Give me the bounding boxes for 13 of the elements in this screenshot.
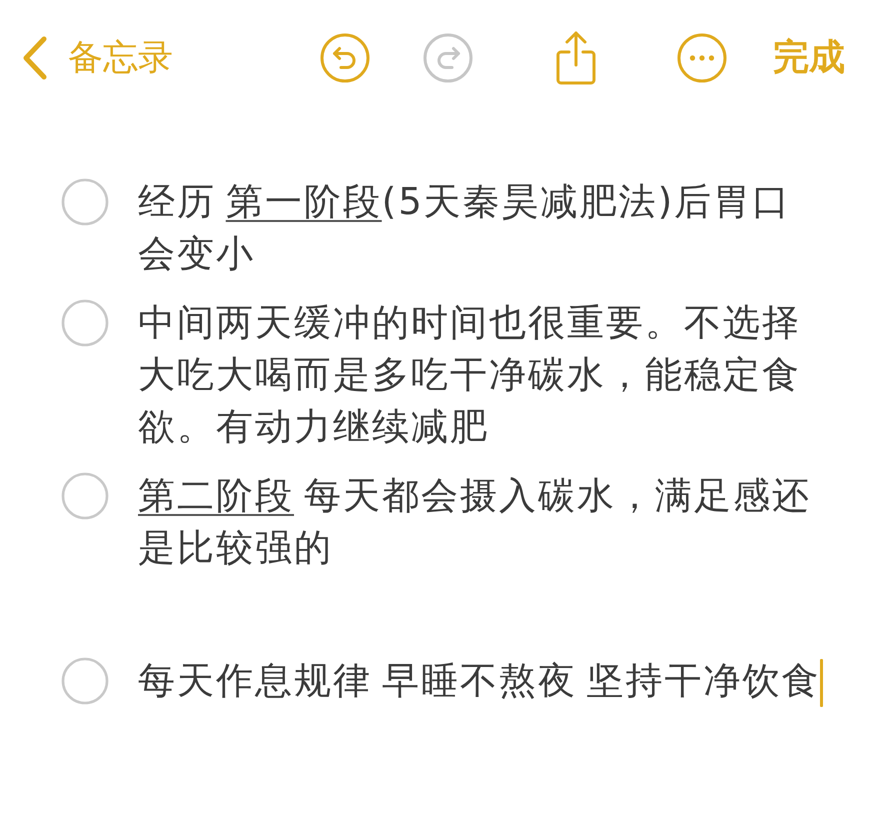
checklist-item-text: 中间两天缓冲的时间也很重要。不选择大吃大喝而是多吃干净碳水，能稳定食欲。有动力继续减肥 <box>138 301 801 448</box>
more-button[interactable] <box>677 33 727 83</box>
undo-button[interactable] <box>320 33 370 83</box>
empty-circle-icon[interactable] <box>61 657 109 705</box>
empty-circle-icon[interactable] <box>61 472 109 520</box>
empty-circle-icon[interactable] <box>61 178 109 226</box>
checklist-item-text: 经历 第一阶段(5天秦昊减肥法)后胃口会变小 <box>138 180 792 275</box>
checklist-item-text: 第二阶段 每天都会摄入碳水，满足感还是比较强的 <box>138 474 811 569</box>
empty-circle-icon[interactable] <box>61 299 109 347</box>
chevron-left-icon <box>22 36 48 80</box>
done-button[interactable]: 完成 <box>773 36 845 80</box>
back-button[interactable]: 备忘录 <box>22 36 173 80</box>
checklist-item-text: 每天作息规律 早睡不熬夜 坚持干净饮食 <box>138 659 821 702</box>
